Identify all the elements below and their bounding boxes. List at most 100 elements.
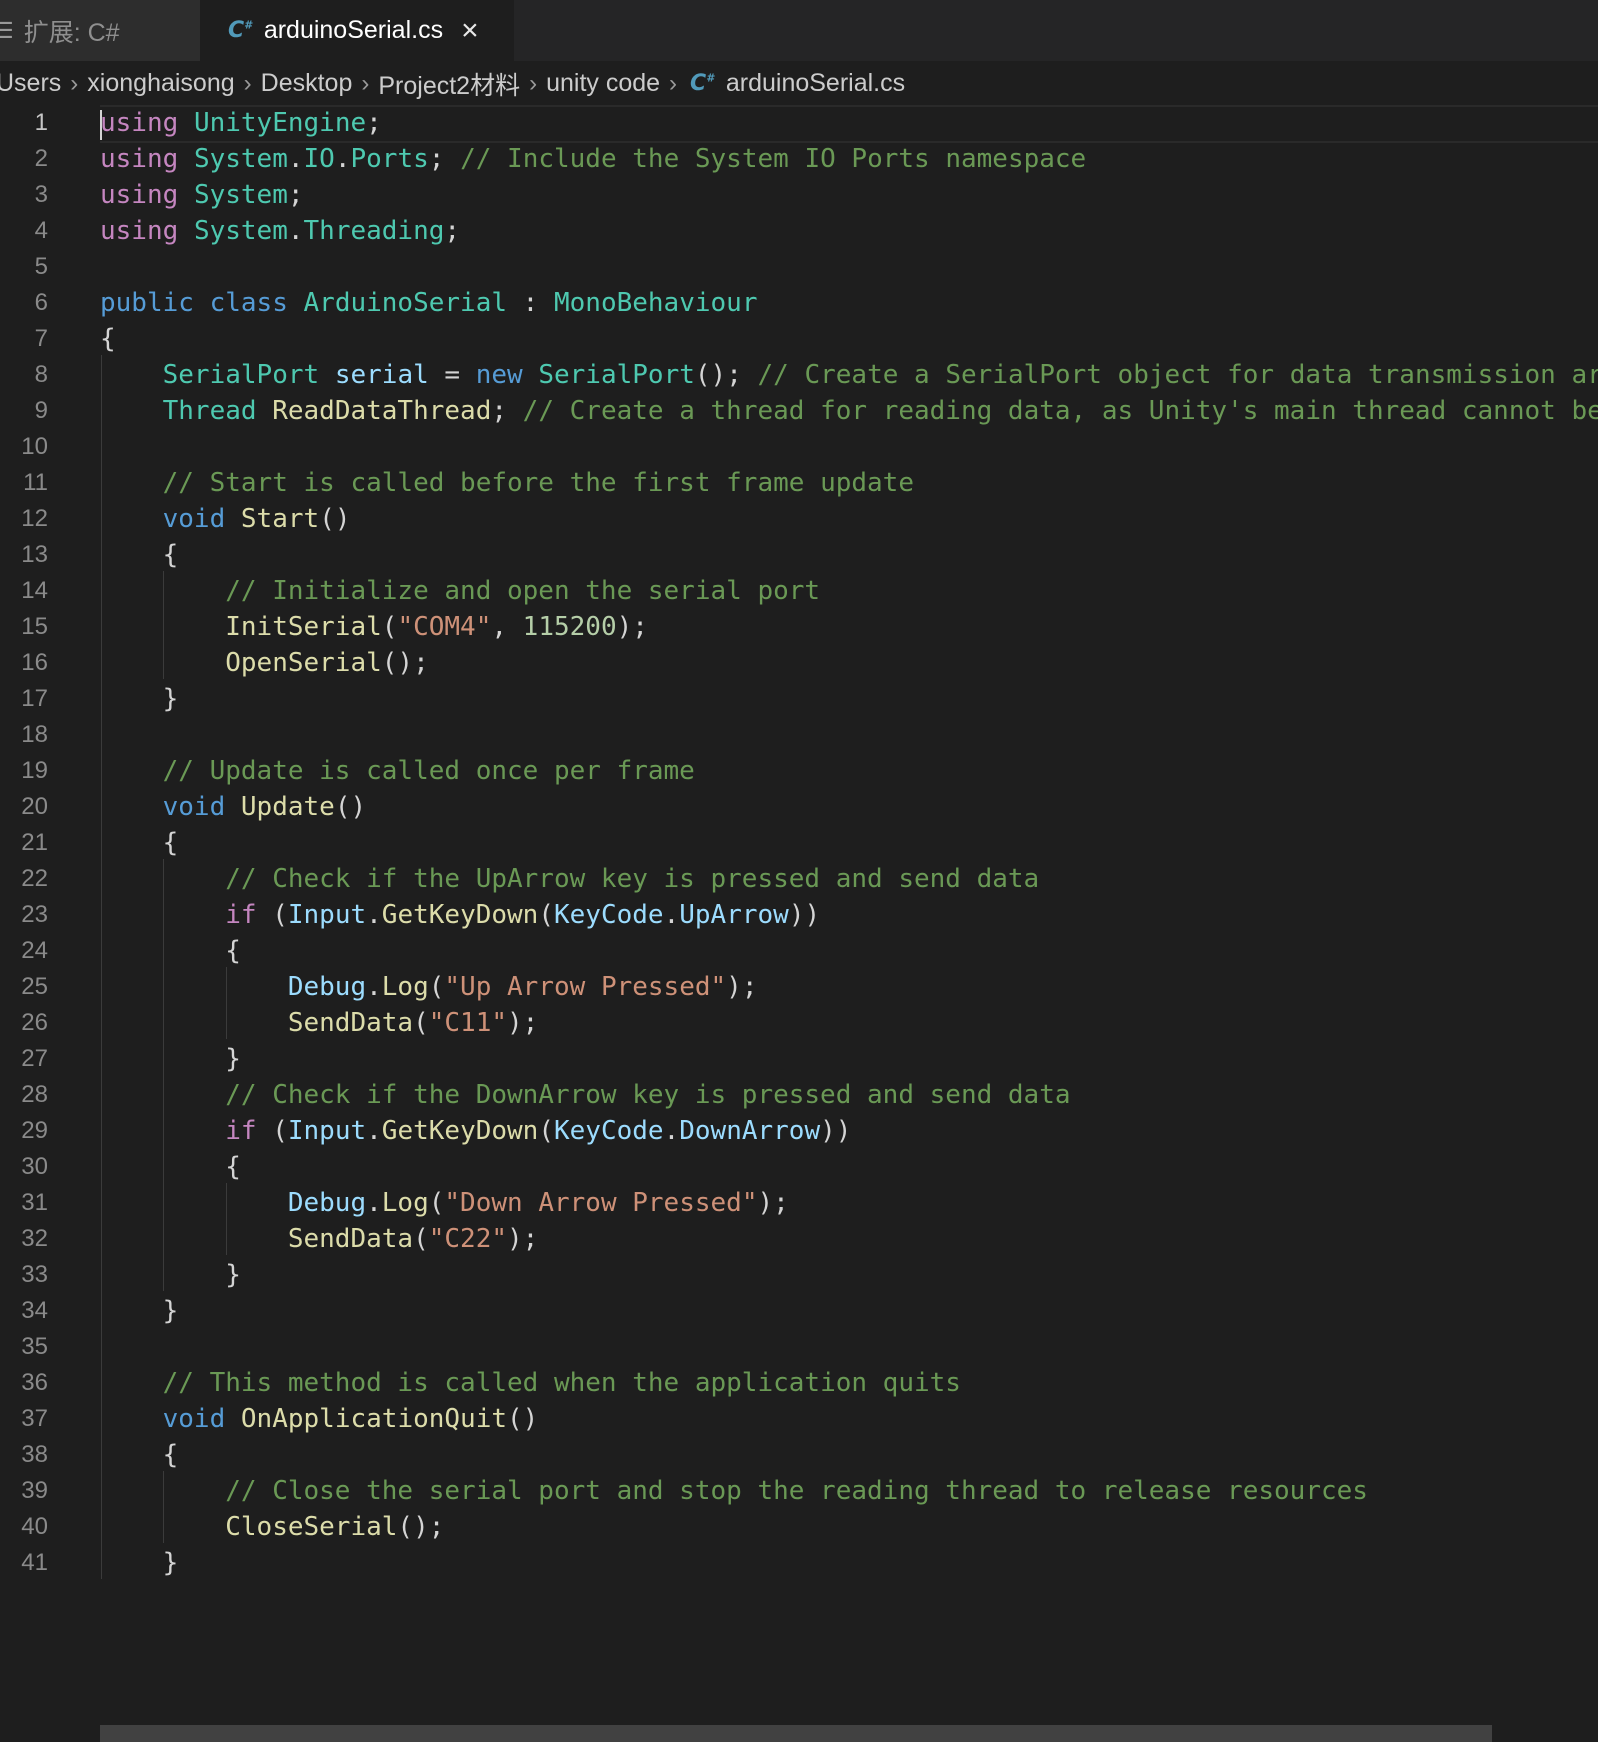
code-line[interactable]: SendData("C11"); <box>100 1003 538 1043</box>
line-number: 27 <box>21 1045 48 1072</box>
chevron-right-icon: › <box>669 69 678 97</box>
line-number: 29 <box>21 1117 48 1144</box>
code-line[interactable]: } <box>100 1291 179 1331</box>
code-line[interactable]: if (Input.GetKeyDown(KeyCode.UpArrow)) <box>100 895 820 935</box>
code-token: GetKeyDown <box>381 1116 539 1146</box>
breadcrumb-item-desktop[interactable]: Desktop <box>261 69 353 98</box>
code-line[interactable]: Debug.Log("Up Arrow Pressed"); <box>100 967 758 1007</box>
code-line[interactable]: // Initialize and open the serial port <box>100 571 820 611</box>
code-line[interactable]: OpenSerial(); <box>100 643 429 683</box>
code-line[interactable]: Debug.Log("Down Arrow Pressed"); <box>100 1183 789 1223</box>
code-editor[interactable]: 1 2 3 4 5 6 7 8 9 10 11 12 13 14 15 16 17 18 19 20 21 22 23 24 2… <box>0 105 1598 1742</box>
line-number: 23 <box>21 901 48 928</box>
code-token: ( <box>538 1116 554 1146</box>
code-line[interactable]: // Check if the DownArrow key is pressed… <box>100 1075 1071 1115</box>
line-number: 3 <box>34 181 48 208</box>
tab-extension-csharp[interactable]: ☰ 扩展: C# <box>0 0 200 61</box>
code-line[interactable]: Thread ReadDataThread; // Create a threa… <box>100 391 1598 431</box>
code-token: Update <box>240 792 335 822</box>
code-line[interactable]: // This method is called when the applic… <box>100 1363 961 1403</box>
line-number: 6 <box>34 289 48 316</box>
code-token: ReadDataThread <box>272 396 492 426</box>
code-line[interactable]: { <box>100 535 179 575</box>
code-token: // Create a SerialPort object for data t… <box>757 360 1598 390</box>
code-line[interactable]: InitSerial("COM4", 115200); <box>100 607 648 647</box>
close-icon[interactable]: × <box>461 15 479 46</box>
code-line[interactable]: { <box>100 823 179 863</box>
tab-label: arduinoSerial.cs <box>263 16 444 44</box>
code-line[interactable]: void Start() <box>100 499 351 539</box>
code-token: ; <box>366 108 382 138</box>
code-token: using <box>100 108 179 138</box>
code-line[interactable]: if (Input.GetKeyDown(KeyCode.DownArrow)) <box>100 1111 851 1151</box>
code-token: . <box>366 900 382 930</box>
code-line[interactable]: using System; <box>100 175 304 215</box>
tab-arduinoserial[interactable]: C# arduinoSerial.cs × <box>200 0 514 61</box>
code-token: // Update is called once per frame <box>162 756 695 786</box>
code-token: (); <box>397 1512 445 1542</box>
horizontal-scrollbar[interactable] <box>100 1725 1492 1742</box>
line-number: 32 <box>21 1225 48 1252</box>
code-line[interactable]: // Start is called before the first fram… <box>100 463 914 503</box>
code-line[interactable]: { <box>100 1147 241 1187</box>
line-number: 22 <box>21 865 48 892</box>
code-line[interactable]: SerialPort serial = new SerialPort(); //… <box>100 355 1598 395</box>
line-number: 20 <box>21 793 48 820</box>
code-token: Log <box>381 972 429 1002</box>
code-line[interactable]: // Check if the UpArrow key is pressed a… <box>100 859 1039 899</box>
code-token: . <box>663 1116 680 1146</box>
code-token: ( <box>413 1008 429 1038</box>
code-token: Debug <box>287 1188 367 1218</box>
code-line[interactable]: } <box>100 1255 241 1295</box>
code-token: (); <box>694 360 758 390</box>
code-line[interactable]: { <box>100 931 241 971</box>
code-token: { <box>100 1152 241 1182</box>
code-line[interactable]: CloseSerial(); <box>100 1507 444 1547</box>
code-token: // Initialize and open the serial port <box>225 576 821 606</box>
code-token: SendData <box>287 1008 414 1038</box>
code-line[interactable]: using System.Threading; <box>100 211 460 251</box>
code-token: ); <box>726 972 758 1002</box>
code-line[interactable]: { <box>100 1435 179 1475</box>
line-number: 5 <box>34 253 48 280</box>
code-token: () <box>319 504 351 534</box>
code-token: public <box>100 288 194 318</box>
code-token: , <box>491 612 523 642</box>
code-line[interactable]: void OnApplicationQuit() <box>100 1399 539 1439</box>
code-token: GetKeyDown <box>381 900 539 930</box>
code-line[interactable]: { <box>100 319 116 359</box>
code-line[interactable]: } <box>100 1039 241 1079</box>
line-number: 18 <box>21 721 48 748</box>
code-token: MonoBehaviour <box>553 288 758 318</box>
code-line[interactable]: // Close the serial port and stop the re… <box>100 1471 1368 1511</box>
line-number: 14 <box>21 577 48 604</box>
code-token: ( <box>256 900 288 930</box>
breadcrumb-item-users[interactable]: Users <box>0 69 61 98</box>
code-line[interactable]: using UnityEngine; <box>100 105 382 143</box>
code-line[interactable]: } <box>100 679 179 719</box>
code-line[interactable]: public class ArduinoSerial : MonoBehavio… <box>100 283 757 323</box>
code-line[interactable]: void Update() <box>100 787 367 827</box>
code-line[interactable]: } <box>100 1543 179 1583</box>
line-number: 4 <box>34 217 48 244</box>
breadcrumb-item-user[interactable]: xionghaisong <box>87 69 234 98</box>
breadcrumb-item-project[interactable]: Project2材料 <box>378 66 520 102</box>
code-token: // Check if the DownArrow key is pressed… <box>225 1080 1071 1110</box>
code-token: "Up Arrow Pressed" <box>444 972 727 1002</box>
code-line[interactable]: using System.IO.Ports; // Include the Sy… <box>100 139 1086 179</box>
code-token: IO <box>303 144 335 174</box>
code-token: "COM4" <box>397 612 492 642</box>
code-line[interactable]: SendData("C22"); <box>100 1219 538 1259</box>
breadcrumb-item-file[interactable]: arduinoSerial.cs <box>726 69 905 98</box>
line-number: 9 <box>34 397 48 424</box>
code-line[interactable]: // Update is called once per frame <box>100 751 695 791</box>
text-cursor <box>100 110 102 140</box>
breadcrumb-item-folder[interactable]: unity code <box>546 69 660 98</box>
